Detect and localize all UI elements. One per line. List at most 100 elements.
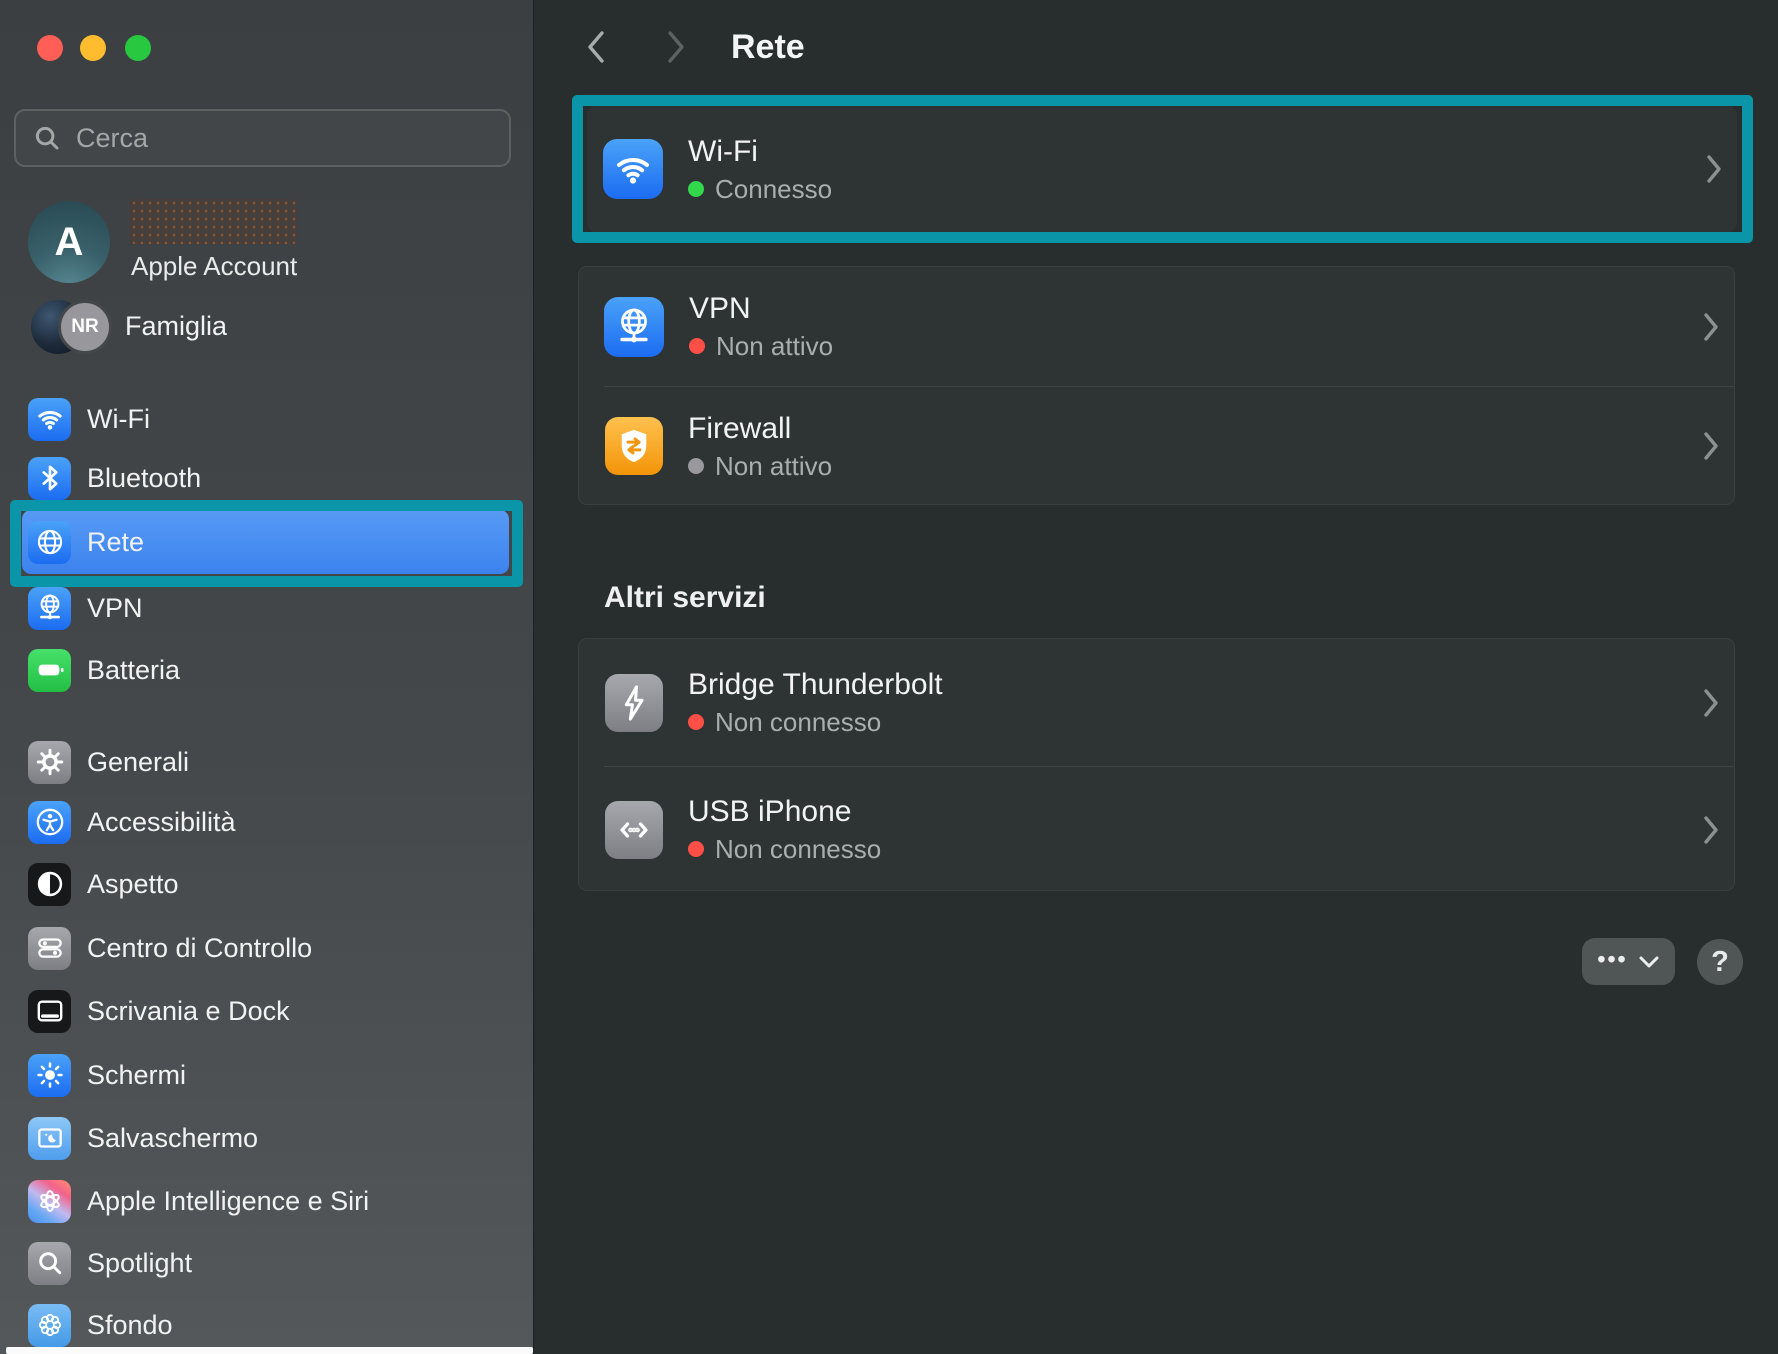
chevron-right-icon [1704, 153, 1724, 185]
chevron-right-icon [1701, 430, 1721, 462]
row-title: Wi-Fi [688, 134, 758, 168]
family-badge: NR [71, 316, 99, 337]
status-dot-gray [688, 457, 704, 474]
sidebar-item-rete[interactable]: Rete [22, 510, 509, 574]
sun-icon [28, 1053, 71, 1097]
siri-icon [28, 1179, 71, 1223]
bridge-thunderbolt-row[interactable]: Bridge Thunderbolt Non connesso [579, 639, 1734, 766]
toggles-icon [28, 926, 71, 970]
sidebar-item-salvaschermo[interactable]: Salvaschermo [22, 1107, 509, 1169]
forward-button[interactable] [663, 29, 689, 65]
contrast-icon [28, 862, 71, 906]
sidebar-item-spotlight[interactable]: Spotlight [22, 1232, 509, 1294]
sidebar-item-label: Sfondo [87, 1309, 173, 1340]
sidebar-item-sfondo[interactable]: Sfondo [22, 1294, 509, 1354]
sidebar-item-label: Scrivania e Dock [87, 995, 290, 1026]
search-placeholder: Cerca [76, 122, 149, 153]
wifi-icon [603, 139, 663, 199]
zoom-window-button[interactable] [125, 35, 151, 61]
sidebar-item-label: Apple Intelligence e Siri [87, 1185, 370, 1216]
firewall-shield-icon [605, 417, 663, 475]
magnifier-icon [28, 1241, 71, 1285]
question-mark-label: ? [1711, 945, 1729, 978]
battery-icon [28, 648, 71, 692]
sidebar-item-famiglia[interactable]: Famiglia [125, 311, 227, 342]
search-icon [32, 123, 62, 153]
chevron-right-icon [1701, 814, 1721, 846]
sidebar-item-label: Bluetooth [87, 462, 202, 493]
usb-connector-icon [605, 800, 663, 859]
row-status: Connesso [715, 173, 833, 204]
vpn-row[interactable]: VPN Non attivo [579, 267, 1734, 386]
row-title: VPN [689, 292, 751, 325]
sidebar-item-vpn[interactable]: VPN [22, 577, 509, 639]
section-title-altri-servizi: Altri servizi [604, 581, 766, 614]
bluetooth-icon [28, 456, 71, 500]
ellipsis-icon: ••• [1597, 945, 1628, 972]
sidebar-item-label: Centro di Controllo [87, 932, 313, 963]
sidebar-item-wifi[interactable]: Wi-Fi [22, 388, 509, 450]
screenshot-edge-artifact [6, 1347, 533, 1354]
system-settings-window: Cerca A Apple Account NR Famiglia Wi-Fi [0, 0, 1778, 1354]
row-status: Non connesso [715, 707, 882, 737]
sidebar-item-apple-intelligence-siri[interactable]: Apple Intelligence e Siri [22, 1170, 509, 1232]
sidebar-item-label: Aspetto [87, 868, 179, 899]
altri-servizi-card: Bridge Thunderbolt Non connesso USB iPho… [578, 638, 1735, 891]
back-button[interactable] [583, 29, 609, 65]
sidebar-item-label: Spotlight [87, 1247, 193, 1278]
close-window-button[interactable] [37, 35, 63, 61]
apple-account-label[interactable]: Apple Account [131, 251, 297, 282]
firewall-row[interactable]: Firewall Non attivo [579, 387, 1734, 505]
search-input[interactable]: Cerca [14, 109, 511, 167]
family-member-badge-avatar[interactable]: NR [58, 300, 112, 354]
sidebar: Cerca A Apple Account NR Famiglia Wi-Fi [0, 0, 534, 1354]
sidebar-item-centro-di-controllo[interactable]: Centro di Controllo [22, 917, 509, 979]
thunderbolt-icon [605, 673, 663, 732]
avatar-initial: A [54, 219, 84, 264]
flower-icon [28, 1303, 71, 1347]
wifi-row[interactable]: Wi-Fi Connesso [587, 106, 1737, 232]
chevron-right-icon [1701, 311, 1721, 343]
sidebar-item-label: Salvaschermo [87, 1122, 259, 1153]
desktop-dock-icon [28, 989, 71, 1033]
status-dot-red [689, 338, 705, 354]
sidebar-item-label: Batteria [87, 654, 181, 685]
sidebar-item-scrivania-e-dock[interactable]: Scrivania e Dock [22, 980, 509, 1042]
row-title: Firewall [688, 411, 792, 445]
accessibility-icon [28, 800, 71, 844]
row-status: Non connesso [715, 834, 882, 864]
vpn-firewall-card: VPN Non attivo Firewall Non attivo [578, 266, 1735, 505]
minimize-window-button[interactable] [80, 35, 106, 61]
sidebar-item-schermi[interactable]: Schermi [22, 1044, 509, 1106]
help-button[interactable]: ? [1697, 939, 1743, 985]
usb-iphone-row[interactable]: USB iPhone Non connesso [579, 767, 1734, 892]
gear-icon [28, 740, 71, 784]
more-options-button[interactable]: ••• [1582, 938, 1675, 985]
status-dot-green [688, 180, 704, 197]
sidebar-item-generali[interactable]: Generali [22, 731, 509, 793]
sidebar-item-label: Wi-Fi [87, 403, 150, 434]
sidebar-item-accessibilita[interactable]: Accessibilità [22, 791, 509, 853]
wifi-card: Wi-Fi Connesso [587, 106, 1737, 232]
status-dot-red [688, 841, 704, 857]
vpn-globe-icon [28, 586, 71, 630]
sidebar-item-label: Generali [87, 746, 190, 777]
row-title: Bridge Thunderbolt [688, 668, 943, 701]
chevron-right-icon [1701, 687, 1721, 719]
row-status: Non attivo [715, 450, 833, 481]
vpn-globe-icon [604, 296, 664, 357]
sidebar-item-label: Schermi [87, 1059, 187, 1090]
account-name-redacted [130, 199, 297, 244]
apple-account-avatar[interactable]: A [28, 201, 110, 283]
row-title: USB iPhone [688, 795, 852, 828]
sidebar-item-aspetto[interactable]: Aspetto [22, 853, 509, 915]
wifi-icon [28, 397, 71, 441]
sidebar-item-batteria[interactable]: Batteria [22, 639, 509, 701]
sidebar-item-label: Rete [87, 526, 145, 557]
chevron-down-icon [1638, 955, 1660, 969]
sidebar-item-label: Accessibilità [87, 806, 236, 837]
sidebar-item-bluetooth[interactable]: Bluetooth [22, 447, 509, 509]
globe-icon [28, 520, 71, 564]
status-dot-red [688, 714, 704, 730]
row-status: Non attivo [716, 331, 834, 361]
